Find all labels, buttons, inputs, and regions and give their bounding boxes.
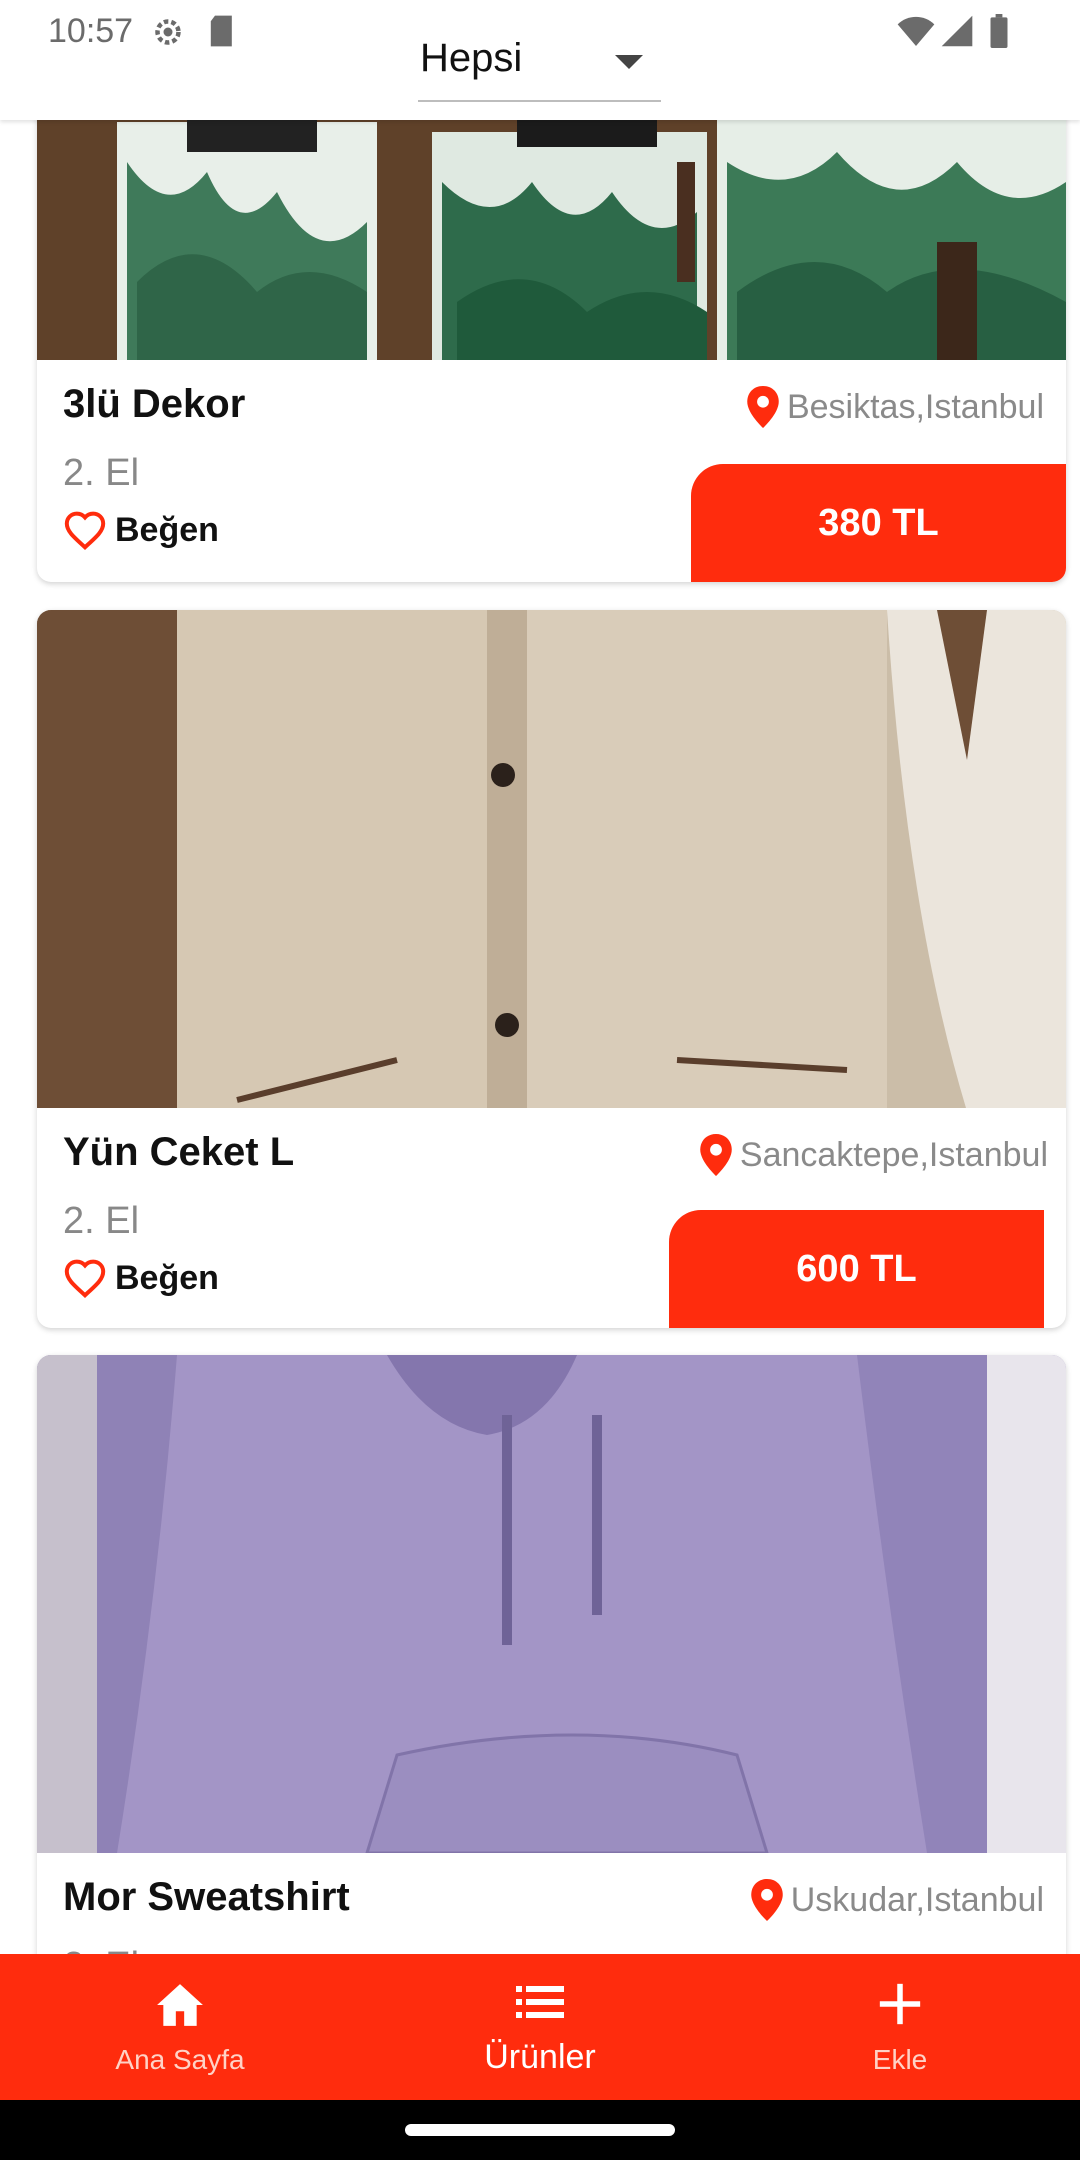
product-location-text: Besiktas,Istanbul bbox=[786, 387, 1044, 426]
nav-item-add[interactable]: Ekle bbox=[720, 1954, 1080, 2100]
like-button[interactable]: Beğen bbox=[63, 510, 219, 550]
system-nav-bar bbox=[0, 2100, 1080, 2160]
like-label: Beğen bbox=[115, 1258, 219, 1297]
status-time: 10:57 bbox=[48, 12, 134, 50]
nav-label-home: Ana Sayfa bbox=[115, 2044, 245, 2075]
product-condition: 2. El bbox=[63, 452, 140, 494]
product-title: 3lü Dekor bbox=[63, 382, 246, 426]
product-location: Sancaktepe,Istanbul bbox=[700, 1134, 1048, 1176]
plus-icon bbox=[878, 1982, 922, 2031]
like-label: Beğen bbox=[115, 510, 219, 549]
product-card[interactable]: Mor Sweatshirt Uskudar,Istanbul 2. El bbox=[37, 1355, 1066, 1954]
product-list[interactable]: 3lü Dekor Besiktas,Istanbul 2. El Beğen … bbox=[0, 120, 1080, 1954]
bottom-navigation: Ana Sayfa Ürünler Ekle bbox=[0, 1954, 1080, 2100]
location-pin-icon bbox=[700, 1134, 732, 1176]
like-button[interactable]: Beğen bbox=[63, 1258, 219, 1298]
product-location: Uskudar,Istanbul bbox=[750, 1879, 1044, 1921]
home-icon bbox=[155, 1982, 205, 2033]
price-button[interactable]: 380 TL bbox=[691, 464, 1066, 582]
home-gesture-handle[interactable] bbox=[405, 2124, 675, 2136]
product-title: Mor Sweatshirt bbox=[63, 1875, 350, 1919]
wifi-icon bbox=[896, 14, 936, 57]
nav-label-add: Ekle bbox=[872, 2044, 928, 2075]
status-bar: 10:57 bbox=[0, 0, 1080, 60]
nav-item-home[interactable]: Ana Sayfa bbox=[0, 1954, 360, 2100]
nav-item-products[interactable]: Ürünler bbox=[360, 1954, 720, 2100]
product-title: Yün Ceket L bbox=[63, 1130, 295, 1174]
sd-card-icon bbox=[208, 14, 236, 57]
product-condition: 2. El bbox=[63, 1945, 139, 1954]
product-image bbox=[37, 120, 1066, 410]
product-condition: 2. El bbox=[63, 1200, 140, 1242]
heart-outline-icon bbox=[64, 1259, 106, 1298]
product-location: Besiktas,Istanbul bbox=[747, 386, 1044, 428]
heart-outline-icon bbox=[64, 511, 106, 550]
location-pin-icon bbox=[750, 1879, 783, 1921]
product-image bbox=[37, 1355, 1066, 1855]
product-location-text: Uskudar,Istanbul bbox=[790, 1880, 1044, 1919]
settings-icon bbox=[150, 14, 186, 59]
list-icon bbox=[515, 1982, 565, 2027]
signal-icon bbox=[940, 14, 974, 57]
nav-label-products: Ürünler bbox=[484, 2038, 596, 2076]
product-location-text: Sancaktepe,Istanbul bbox=[739, 1135, 1048, 1174]
price-button[interactable]: 600 TL bbox=[669, 1210, 1044, 1328]
product-card[interactable]: 3lü Dekor Besiktas,Istanbul 2. El Beğen … bbox=[37, 120, 1066, 582]
battery-icon bbox=[988, 14, 1010, 57]
product-image bbox=[37, 610, 1066, 1108]
location-pin-icon bbox=[747, 386, 779, 428]
product-card[interactable]: Yün Ceket L Sancaktepe,Istanbul 2. El Be… bbox=[37, 610, 1066, 1328]
